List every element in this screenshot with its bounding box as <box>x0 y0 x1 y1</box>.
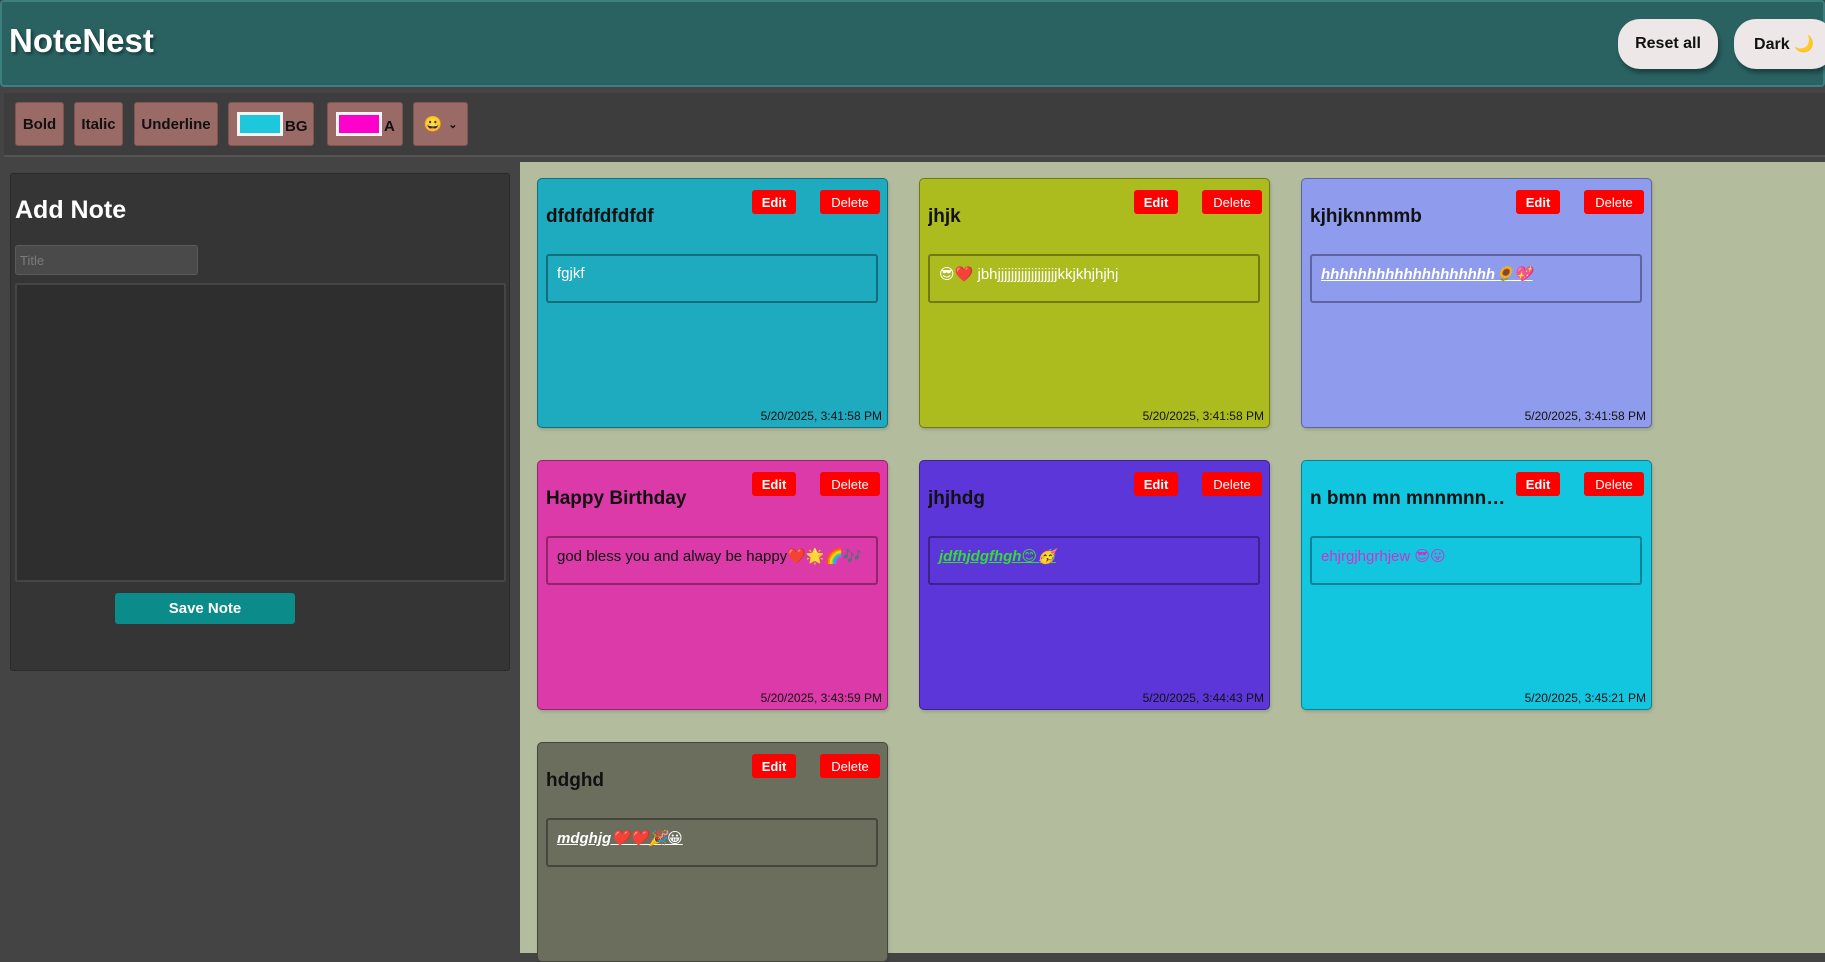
note-card: jhjk Edit Delete 😎❤️ jbhjjjjjjjjjjjjjjjjjjk… <box>919 178 1270 428</box>
note-body: 😎❤️ jbhjjjjjjjjjjjjjjjjjjkkjkhjhjhj <box>928 254 1260 303</box>
delete-note-button[interactable]: Delete <box>1202 472 1262 496</box>
note-title: Happy Birthday <box>546 488 687 509</box>
note-card: kjhjknnmmb Edit Delete hhhhhhhhhhhhhhhhhhh🌻… <box>1301 178 1652 428</box>
emoji-select[interactable]: 😀 ⌄ <box>413 102 468 146</box>
note-body: mdghjg❤️❤️🎉😀 <box>546 818 878 867</box>
note-title-input[interactable] <box>15 245 198 275</box>
notes-board: dfdfdfdfdfdf Edit Delete fgjkf 5/20/2025, 3:… <box>520 162 1825 962</box>
note-title: jhjhdg <box>928 488 985 509</box>
note-body: jdfhjdgfhgh😊🥳 <box>928 536 1260 585</box>
edit-note-button[interactable]: Edit <box>1516 472 1560 496</box>
bg-color-label: BG <box>285 117 308 135</box>
add-note-heading: Add Note <box>15 196 127 224</box>
text-color-picker[interactable]: A <box>327 102 403 146</box>
delete-note-button[interactable]: Delete <box>820 190 880 214</box>
note-card: Happy Birthday Edit Delete god bless you an… <box>537 460 888 710</box>
note-title: dfdfdfdfdfdf <box>546 206 654 227</box>
app-title: NoteNest <box>9 22 154 59</box>
theme-toggle-button[interactable]: Dark 🌙 <box>1734 19 1825 69</box>
add-note-panel: Add Note Save Note <box>10 173 510 671</box>
delete-note-button[interactable]: Delete <box>820 472 880 496</box>
note-body: ehjrgjhgrhjew 😎😛 <box>1310 536 1642 585</box>
text-color-label: A <box>384 117 395 135</box>
note-timestamp: 5/20/2025, 3:41:58 PM <box>1142 409 1264 423</box>
delete-note-button[interactable]: Delete <box>820 754 880 778</box>
save-note-button[interactable]: Save Note <box>115 593 295 624</box>
delete-note-button[interactable]: Delete <box>1584 472 1644 496</box>
edit-note-button[interactable]: Edit <box>1134 190 1178 214</box>
note-body: fgjkf <box>546 254 878 303</box>
format-toolbar: Bold Italic Underline BG A 😀 ⌄ <box>4 93 1825 157</box>
note-card: n bmn mn mnnmnnnmn Edit Delete ehjrgjhgrhje… <box>1301 460 1652 710</box>
note-timestamp: 5/20/2025, 3:44:43 PM <box>1142 691 1264 705</box>
chevron-down-icon: ⌄ <box>448 118 458 131</box>
delete-note-button[interactable]: Delete <box>1202 190 1262 214</box>
edit-note-button[interactable]: Edit <box>1134 472 1178 496</box>
note-body: hhhhhhhhhhhhhhhhhhh🌻💖 <box>1310 254 1642 303</box>
edit-note-button[interactable]: Edit <box>1516 190 1560 214</box>
bold-button[interactable]: Bold <box>15 102 64 146</box>
note-body: god bless you and alway be happy❤️🌟🌈🎶 <box>546 536 878 585</box>
note-card: hdghd Edit Delete mdghjg❤️❤️🎉😀 <box>537 742 888 962</box>
note-timestamp: 5/20/2025, 3:41:58 PM <box>1524 409 1646 423</box>
edit-note-button[interactable]: Edit <box>752 754 796 778</box>
bg-color-picker[interactable]: BG <box>228 102 314 146</box>
app-header: NoteNest Reset all Dark 🌙 <box>0 0 1825 87</box>
note-body-textarea[interactable] <box>15 283 506 582</box>
note-title: n bmn mn mnnmnnnmn <box>1310 488 1510 509</box>
note-title: hdghd <box>546 770 605 791</box>
note-card: jhjhdg Edit Delete jdfhjdgfhgh😊🥳 5/20/2025, … <box>919 460 1270 710</box>
note-timestamp: 5/20/2025, 3:43:59 PM <box>760 691 882 705</box>
note-title: kjhjknnmmb <box>1310 206 1422 227</box>
italic-button[interactable]: Italic <box>74 102 123 146</box>
note-timestamp: 5/20/2025, 3:41:58 PM <box>760 409 882 423</box>
note-card: dfdfdfdfdfdf Edit Delete fgjkf 5/20/2025, 3:… <box>537 178 888 428</box>
emoji-selected-value: 😀 <box>423 116 443 133</box>
note-timestamp: 5/20/2025, 3:45:21 PM <box>1524 691 1646 705</box>
edit-note-button[interactable]: Edit <box>752 190 796 214</box>
reset-all-button[interactable]: Reset all <box>1618 19 1718 69</box>
underline-button[interactable]: Underline <box>134 102 218 146</box>
bg-color-swatch[interactable] <box>237 112 283 136</box>
text-color-swatch[interactable] <box>336 112 382 136</box>
note-title: jhjk <box>928 206 961 227</box>
delete-note-button[interactable]: Delete <box>1584 190 1644 214</box>
edit-note-button[interactable]: Edit <box>752 472 796 496</box>
